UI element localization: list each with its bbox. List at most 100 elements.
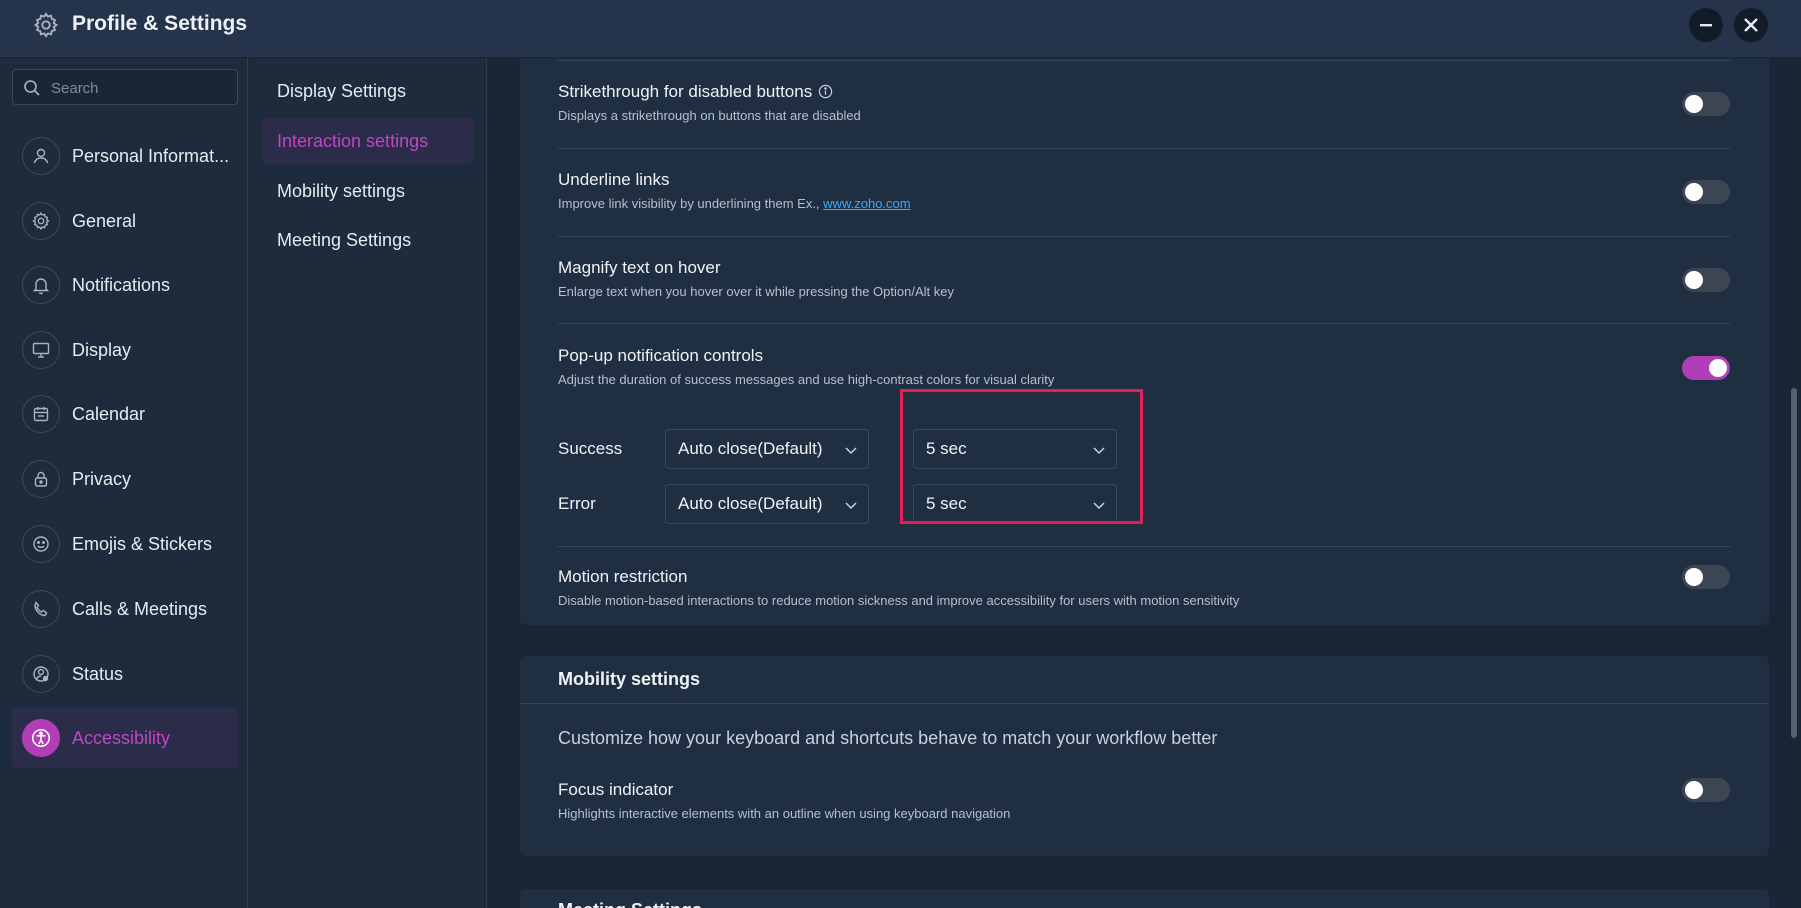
- title-bar: Profile & Settings: [0, 0, 1801, 58]
- subnav-item-meeting-settings[interactable]: Meeting Settings: [262, 217, 473, 263]
- close-icon: [1744, 18, 1758, 32]
- section-title: Meeting Settings: [558, 900, 702, 908]
- sidebar-item-label: Accessibility: [72, 727, 171, 748]
- success-mode-select[interactable]: Auto close(Default): [665, 429, 869, 469]
- toggle-knob: [1685, 95, 1703, 113]
- interaction-settings-panel: Strikethrough for disabled buttons Displ…: [520, 58, 1769, 625]
- user-icon: [22, 137, 60, 175]
- subnav-item-mobility-settings[interactable]: Mobility settings: [262, 168, 473, 214]
- bell-icon: [22, 266, 60, 304]
- subnav-item-display-settings[interactable]: Display Settings: [262, 68, 473, 114]
- smiley-icon: [22, 525, 60, 563]
- toggle-knob: [1685, 271, 1703, 289]
- window-title: Profile & Settings: [72, 12, 248, 35]
- setting-description: Enlarge text when you hover over it whil…: [558, 284, 954, 299]
- sidebar-item-accessibility[interactable]: Accessibility: [12, 708, 238, 768]
- toggle-knob: [1685, 781, 1703, 799]
- strikethrough-setting: Strikethrough for disabled buttons Displ…: [558, 82, 1730, 123]
- search-icon: [24, 80, 40, 96]
- sidebar-item-status[interactable]: Status: [12, 644, 238, 704]
- settings-sidebar: Personal Informat... General Notificatio…: [0, 58, 248, 908]
- sidebar-item-display[interactable]: Display: [12, 320, 238, 380]
- setting-description: Adjust the duration of success messages …: [558, 372, 1055, 387]
- phone-icon: [22, 590, 60, 628]
- sidebar-item-calls-meetings[interactable]: Calls & Meetings: [12, 579, 238, 639]
- sidebar-item-label: Status: [72, 663, 124, 684]
- magnify-text-toggle[interactable]: [1682, 268, 1730, 292]
- setting-title: Magnify text on hover: [558, 258, 721, 277]
- subnav-item-interaction-settings[interactable]: Interaction settings: [262, 118, 473, 164]
- gear-icon: [33, 12, 59, 38]
- setting-description: Displays a strikethrough on buttons that…: [558, 108, 861, 123]
- sidebar-item-label: Calendar: [72, 403, 146, 424]
- setting-title: Pop-up notification controls: [558, 346, 764, 365]
- strikethrough-toggle[interactable]: [1682, 92, 1730, 116]
- focus-indicator-setting: Focus indicator Highlights interactive e…: [558, 778, 1730, 821]
- chevron-down-icon: [845, 502, 857, 510]
- sidebar-item-label: Display: [72, 339, 132, 360]
- search-input[interactable]: [51, 76, 231, 100]
- setting-description: Disable motion-based interactions to red…: [558, 593, 1240, 608]
- setting-description: Highlights interactive elements with an …: [558, 806, 1011, 821]
- accessibility-subnav: Display Settings Interaction settings Mo…: [249, 58, 487, 908]
- error-label: Error: [558, 494, 596, 513]
- setting-title: Underline links: [558, 170, 670, 189]
- accessibility-icon: [22, 719, 60, 757]
- sidebar-item-notifications[interactable]: Notifications: [12, 255, 238, 315]
- user-status-icon: [22, 655, 60, 693]
- sidebar-item-label: General: [72, 210, 137, 231]
- highlight-box: [900, 389, 1143, 524]
- calendar-icon: [22, 395, 60, 433]
- chevron-down-icon: [845, 447, 857, 455]
- divider: [558, 236, 1730, 237]
- monitor-icon: [22, 331, 60, 369]
- toggle-knob: [1685, 183, 1703, 201]
- underline-links-toggle[interactable]: [1682, 180, 1730, 204]
- divider: [558, 323, 1730, 324]
- sidebar-item-personal-information[interactable]: Personal Informat...: [12, 126, 238, 186]
- sidebar-item-label: Emojis & Stickers: [72, 533, 213, 554]
- select-value: Auto close(Default): [678, 494, 823, 513]
- mobility-settings-panel: Mobility settings Customize how your key…: [520, 656, 1769, 856]
- motion-restriction-setting: Motion restriction Disable motion-based …: [558, 565, 1730, 608]
- divider: [520, 703, 1769, 704]
- magnify-text-setting: Magnify text on hover Enlarge text when …: [558, 258, 1730, 299]
- sidebar-item-calendar[interactable]: Calendar: [12, 384, 238, 444]
- minus-icon: [1700, 24, 1712, 27]
- zoho-link[interactable]: www.zoho.com: [823, 196, 910, 211]
- toggle-knob: [1685, 568, 1703, 586]
- sidebar-item-label: Calls & Meetings: [72, 598, 208, 619]
- toggle-knob: [1709, 359, 1727, 377]
- setting-title: Focus indicator: [558, 780, 674, 799]
- search-box[interactable]: [12, 69, 238, 105]
- popup-notification-setting: Pop-up notification controls Adjust the …: [558, 346, 1730, 387]
- sidebar-item-label: Personal Informat...: [72, 145, 230, 166]
- sidebar-item-privacy[interactable]: Privacy: [12, 449, 238, 509]
- section-description: Customize how your keyboard and shortcut…: [558, 728, 1218, 748]
- focus-indicator-toggle[interactable]: [1682, 778, 1730, 802]
- setting-description: Improve link visibility by underlining t…: [558, 196, 824, 211]
- lock-icon: [22, 460, 60, 498]
- error-mode-select[interactable]: Auto close(Default): [665, 484, 869, 524]
- settings-content: Strikethrough for disabled buttons Displ…: [488, 58, 1801, 908]
- scrollbar[interactable]: [1791, 388, 1797, 738]
- sidebar-item-general[interactable]: General: [12, 191, 238, 251]
- close-button[interactable]: [1734, 8, 1768, 42]
- success-label: Success: [558, 439, 623, 458]
- divider: [558, 148, 1730, 149]
- motion-restriction-toggle[interactable]: [1682, 565, 1730, 589]
- info-icon[interactable]: [818, 84, 833, 99]
- gear-icon: [22, 202, 60, 240]
- divider: [558, 546, 1730, 547]
- select-value: Auto close(Default): [678, 439, 823, 458]
- underline-links-setting: Underline links Improve link visibility …: [558, 170, 1730, 211]
- section-title: Mobility settings: [558, 669, 701, 689]
- sidebar-item-emojis-stickers[interactable]: Emojis & Stickers: [12, 514, 238, 574]
- setting-title: Strikethrough for disabled buttons: [558, 82, 813, 101]
- meeting-settings-panel: Meeting Settings: [520, 889, 1769, 908]
- popup-notification-toggle[interactable]: [1682, 356, 1730, 380]
- minimize-button[interactable]: [1689, 8, 1723, 42]
- sidebar-item-label: Privacy: [72, 468, 132, 489]
- setting-title: Motion restriction: [558, 567, 688, 586]
- divider: [558, 60, 1730, 61]
